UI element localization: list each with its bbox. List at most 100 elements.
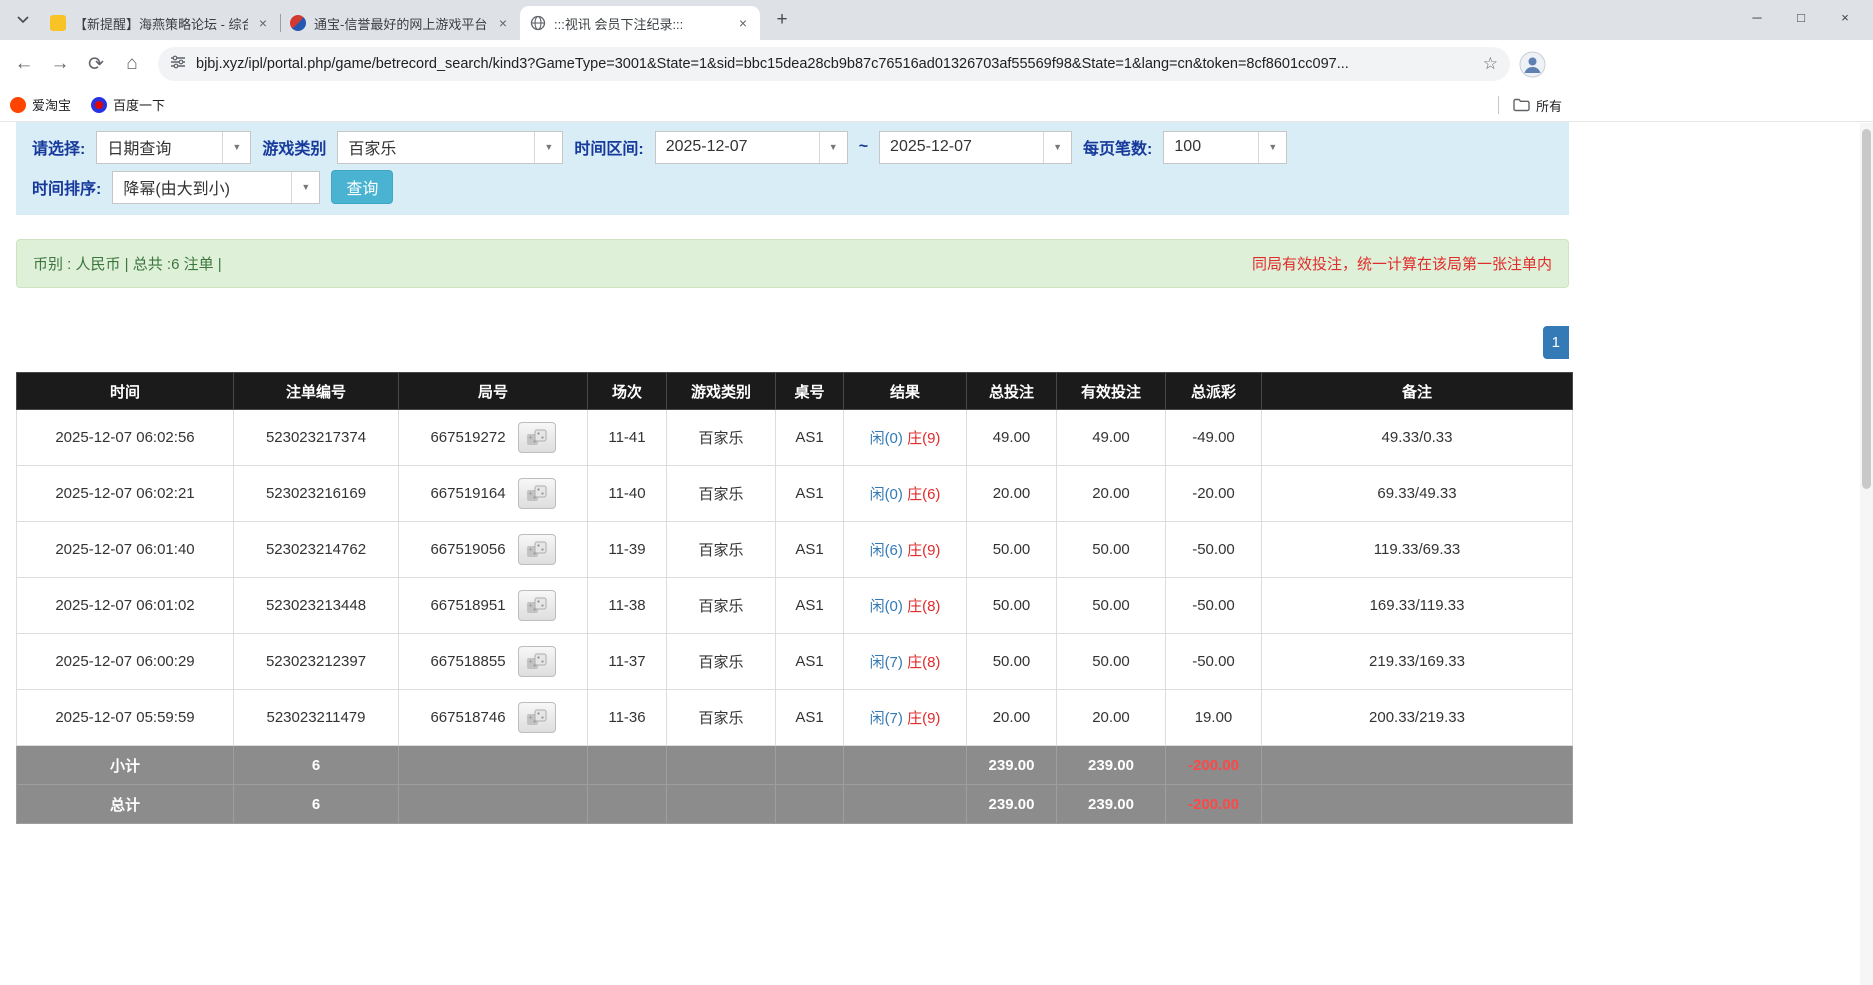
round-replay-icon[interactable] — [518, 422, 556, 453]
cell-round: 667519056 — [399, 522, 588, 578]
filter-row-2: 时间排序: 降幂(由大到小) ▼ 查询 — [32, 169, 1553, 205]
page-1-button[interactable]: 1 — [1543, 326, 1569, 359]
cell-remark: 169.33/119.33 — [1262, 578, 1573, 634]
filter-row-1: 请选择: 日期查询 ▼ 游戏类别 百家乐 ▼ 时间区间: 2025-12-07 … — [32, 129, 1553, 165]
round-number: 667519272 — [430, 429, 505, 446]
cell-total-bet[interactable]: 50.00 — [967, 522, 1057, 578]
sort-order-select[interactable]: 降幂(由大到小) ▼ — [112, 171, 320, 204]
close-icon[interactable]: × — [494, 14, 512, 32]
maximize-button[interactable]: □ — [1779, 0, 1823, 34]
home-icon[interactable]: ⌂ — [115, 47, 149, 81]
cell-time: 2025-12-07 06:02:21 — [17, 466, 234, 522]
date-from-value: 2025-12-07 — [656, 132, 819, 163]
cell-valid-bet: 50.00 — [1057, 634, 1166, 690]
profile-avatar[interactable] — [1519, 51, 1546, 78]
round-replay-icon[interactable] — [518, 646, 556, 677]
browser-tab-3-active[interactable]: :::视讯 会员下注纪录::: × — [520, 6, 760, 40]
cell-total-bet[interactable]: 49.00 — [967, 410, 1057, 466]
chevron-down-icon[interactable] — [10, 7, 36, 33]
round-number: 667518746 — [430, 709, 505, 726]
site-settings-icon[interactable] — [170, 54, 186, 75]
result-player: 闲(0) — [870, 598, 903, 615]
chevron-down-icon: ▼ — [819, 132, 847, 163]
cell-time: 2025-12-07 06:02:56 — [17, 410, 234, 466]
round-replay-icon[interactable] — [518, 534, 556, 565]
round-replay-icon[interactable] — [518, 478, 556, 509]
subtotal-valid-bet: 239.00 — [1057, 746, 1166, 785]
game-type-select[interactable]: 百家乐 ▼ — [337, 131, 563, 164]
cell-game-type: 百家乐 — [667, 466, 776, 522]
cell-round: 667518746 — [399, 690, 588, 746]
chevron-down-icon: ▼ — [222, 132, 250, 163]
page-content: 请选择: 日期查询 ▼ 游戏类别 百家乐 ▼ 时间区间: 2025-12-07 … — [0, 122, 1584, 824]
address-bar[interactable]: bjbj.xyz/ipl/portal.php/game/betrecord_s… — [158, 47, 1510, 81]
search-button[interactable]: 查询 — [331, 170, 393, 204]
cell-total-bet[interactable]: 50.00 — [967, 634, 1057, 690]
subtotal-payout: -200.00 — [1166, 746, 1262, 785]
cell-session: 11-40 — [588, 466, 667, 522]
all-bookmarks-button[interactable]: 所有 — [1513, 96, 1562, 115]
bookmark-star-icon[interactable]: ☆ — [1483, 54, 1498, 74]
page-size-select[interactable]: 100 ▼ — [1163, 131, 1287, 164]
date-from-select[interactable]: 2025-12-07 ▼ — [655, 131, 848, 164]
url-text[interactable]: bjbj.xyz/ipl/portal.php/game/betrecord_s… — [196, 56, 1473, 72]
new-tab-button[interactable]: + — [768, 6, 796, 34]
summary-note-text: 同局有效投注，统一计算在该局第一张注单内 — [1252, 253, 1552, 274]
column-header: 局号 — [399, 373, 588, 410]
cell-game-type: 百家乐 — [667, 690, 776, 746]
subtotal-total-bet: 239.00 — [967, 746, 1057, 785]
result-banker: 庄(8) — [907, 654, 940, 671]
minimize-button[interactable]: ─ — [1735, 0, 1779, 34]
reload-icon[interactable]: ⟳ — [79, 47, 113, 81]
close-icon[interactable]: × — [734, 14, 752, 32]
cell-valid-bet: 50.00 — [1057, 522, 1166, 578]
pagination: 1 — [0, 326, 1569, 359]
chevron-down-icon: ▼ — [534, 132, 562, 163]
scrollbar-thumb[interactable] — [1862, 129, 1871, 489]
cell-session: 11-39 — [588, 522, 667, 578]
baidu-favicon — [91, 97, 107, 113]
cell-session: 11-38 — [588, 578, 667, 634]
query-type-value: 日期查询 — [97, 132, 222, 163]
cell-table-no: AS1 — [776, 466, 844, 522]
total-total-bet: 239.00 — [967, 785, 1057, 824]
bookmark-taobao[interactable]: 爱淘宝 — [10, 95, 71, 114]
cell-time: 2025-12-07 06:01:40 — [17, 522, 234, 578]
close-window-button[interactable]: × — [1823, 0, 1867, 34]
empty-cell — [776, 785, 844, 824]
cell-bet-id: 523023211479 — [234, 690, 399, 746]
cell-table-no: AS1 — [776, 522, 844, 578]
cell-valid-bet: 49.00 — [1057, 410, 1166, 466]
cell-total-bet[interactable]: 20.00 — [967, 466, 1057, 522]
back-icon[interactable]: ← — [7, 47, 41, 81]
date-to-select[interactable]: 2025-12-07 ▼ — [879, 131, 1072, 164]
cell-time: 2025-12-07 06:01:02 — [17, 578, 234, 634]
round-replay-icon[interactable] — [518, 590, 556, 621]
cell-valid-bet: 20.00 — [1057, 690, 1166, 746]
round-replay-icon[interactable] — [518, 702, 556, 733]
tab-title: 通宝-信誉最好的网上游戏平台 — [314, 14, 488, 33]
globe-icon — [530, 15, 546, 31]
cell-remark: 69.33/49.33 — [1262, 466, 1573, 522]
browser-tab-1[interactable]: 【新提醒】海燕策略论坛 - 综合... × — [40, 6, 280, 40]
cell-total-bet[interactable]: 20.00 — [967, 690, 1057, 746]
result-banker: 庄(6) — [907, 486, 940, 503]
window-controls: ─ □ × — [1735, 0, 1867, 34]
result-player: 闲(7) — [870, 654, 903, 671]
table-row: 2025-12-07 06:02:21 523023216169 6675191… — [17, 466, 1573, 522]
bet-table-body: 2025-12-07 06:02:56 523023217374 6675192… — [17, 410, 1573, 746]
query-type-select[interactable]: 日期查询 ▼ — [96, 131, 251, 164]
bookmark-baidu[interactable]: 百度一下 — [91, 95, 165, 114]
column-header: 总派彩 — [1166, 373, 1262, 410]
chevron-down-icon: ▼ — [1043, 132, 1071, 163]
cell-total-bet[interactable]: 50.00 — [967, 578, 1057, 634]
chevron-down-icon: ▼ — [291, 172, 319, 203]
column-header: 游戏类别 — [667, 373, 776, 410]
page-scrollbar[interactable] — [1860, 123, 1873, 985]
cell-remark: 200.33/219.33 — [1262, 690, 1573, 746]
empty-cell — [1262, 746, 1573, 785]
browser-tab-2[interactable]: 通宝-信誉最好的网上游戏平台 × — [280, 6, 520, 40]
browser-toolbar: ← → ⟳ ⌂ bjbj.xyz/ipl/portal.php/game/bet… — [0, 40, 1873, 88]
close-icon[interactable]: × — [254, 14, 272, 32]
forward-icon[interactable]: → — [43, 47, 77, 81]
